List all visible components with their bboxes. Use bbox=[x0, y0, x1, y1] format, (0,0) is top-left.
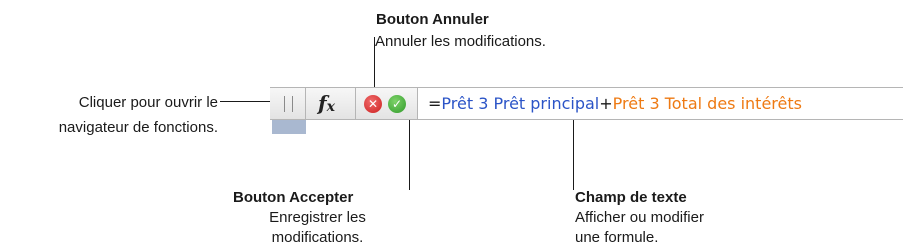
toolbar-divider bbox=[305, 88, 306, 119]
accepter-callout-title: Bouton Accepter bbox=[233, 189, 354, 206]
formula-reference-interets: Prêt 3 Total des intérêts bbox=[612, 94, 802, 113]
formula-plus: + bbox=[599, 94, 613, 113]
fonctions-callout: Cliquer pour ouvrir le navigateur de fon… bbox=[8, 90, 218, 140]
grip-handle-icon[interactable] bbox=[284, 96, 293, 112]
texte-leader-vertical bbox=[573, 116, 574, 190]
fonctions-callout-line2: navigateur de fonctions. bbox=[58, 119, 218, 136]
toolbar-divider bbox=[355, 88, 356, 119]
annuler-callout-title: Bouton Annuler bbox=[376, 11, 489, 28]
texte-callout-title: Champ de texte bbox=[575, 189, 687, 206]
texte-callout: Champ de texte Afficher ou modifier une … bbox=[575, 188, 704, 248]
accepter-leader-vertical bbox=[409, 120, 410, 190]
annuler-callout-desc: Annuler les modifications. bbox=[375, 33, 546, 50]
formula-reference-principal: Prêt 3 Prêt principal bbox=[441, 94, 600, 113]
fonctions-callout-line1: Cliquer pour ouvrir le bbox=[78, 94, 218, 111]
texte-callout-desc1: Afficher ou modifier bbox=[575, 209, 704, 226]
fx-label: f bbox=[318, 91, 327, 115]
fx-subscript: x bbox=[326, 99, 335, 115]
accept-check-icon[interactable]: ✓ bbox=[388, 95, 406, 113]
annuler-leader-vertical bbox=[374, 37, 375, 87]
function-fx-icon[interactable]: fx bbox=[318, 91, 335, 115]
annuler-callout: Bouton Annuler Annuler les modifications… bbox=[375, 10, 546, 52]
formula-bar: fx ✕ ✓ =Prêt 3 Prêt principal+Prêt 3 Tot… bbox=[270, 87, 903, 120]
texte-callout-desc2: une formule. bbox=[575, 229, 659, 246]
formula-equals: = bbox=[428, 94, 442, 113]
cancel-x-icon[interactable]: ✕ bbox=[364, 95, 382, 113]
formula-text-field[interactable]: =Prêt 3 Prêt principal+Prêt 3 Total des … bbox=[417, 88, 903, 119]
cell-selection-hint bbox=[272, 120, 306, 134]
accepter-callout-desc2: modifications. bbox=[271, 229, 364, 246]
accepter-callout: Bouton Accepter Enregistrer les modifica… bbox=[230, 188, 405, 248]
accepter-callout-desc1: Enregistrer les bbox=[269, 209, 366, 226]
